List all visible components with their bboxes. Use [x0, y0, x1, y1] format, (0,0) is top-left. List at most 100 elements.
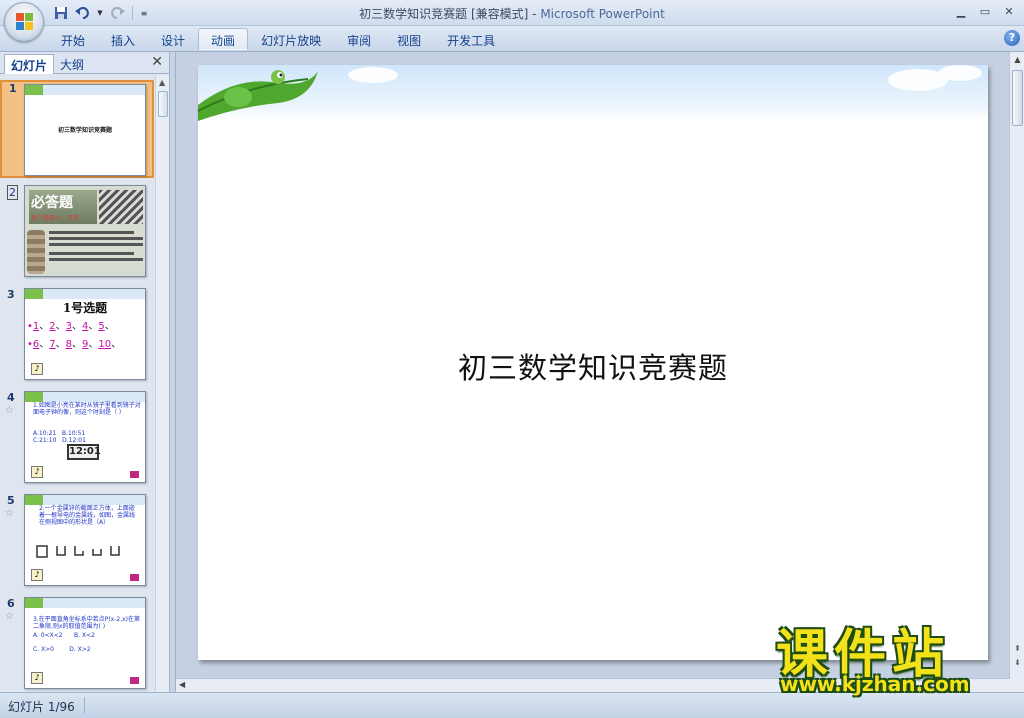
home-icon	[130, 677, 139, 684]
thumb-header-decoration	[25, 85, 145, 95]
site-watermark: 课件站 www.kjzhan.com	[776, 612, 1008, 696]
home-icon	[130, 574, 139, 581]
watermark-url: www.kjzhan.com	[780, 672, 970, 696]
office-button[interactable]	[4, 2, 44, 42]
link-1: 1	[32, 321, 40, 332]
editor-vertical-scrollbar[interactable]: ▲ ⇞ ⇟	[1009, 52, 1024, 692]
thumb-title: 1号选题	[62, 301, 108, 315]
animation-star-icon: ☆	[5, 405, 14, 416]
slide-number: 5	[7, 494, 15, 507]
link-4: 4	[82, 321, 89, 332]
link-8: 8	[65, 339, 73, 350]
slide-thumbnail-1[interactable]: 1 初三数学知识竞赛题	[0, 80, 154, 178]
slide-number: 2	[7, 185, 18, 200]
next-slide-icon[interactable]: ⇟	[1012, 658, 1023, 667]
scroll-up-icon[interactable]: ▲	[159, 78, 165, 87]
slides-panel: 幻灯片 大纲 ✕ 1 初三数学知识竞赛题 2 必答题 每个题目小，只答 3 1号…	[0, 52, 170, 692]
link-9: 9	[82, 339, 89, 350]
title-bar: ▼ ≡ 初三数学知识竞赛题 [兼容模式] - Microsoft PowerPo…	[0, 0, 1024, 42]
scroll-left-icon[interactable]: ◀	[179, 680, 185, 689]
home-icon	[130, 471, 139, 478]
scroll-thumb[interactable]	[158, 91, 168, 117]
slide-thumbnail-image: 1.如图是小亮在某时从镜子里看到镜子对面电子钟的像，则这个时刻是（ ） A.10…	[24, 391, 146, 483]
tab-slideshow[interactable]: 幻灯片放映	[248, 28, 334, 50]
slide-thumbnail-image: 1号选题 •1、2、3、4、5、 •6、7、8、9、10、 ♪	[24, 288, 146, 380]
maximize-button[interactable]: ▭	[974, 2, 996, 20]
slide-counter: 幻灯片 1/96	[8, 700, 75, 714]
slide-number: 6	[7, 597, 15, 610]
tab-outline[interactable]: 大纲	[54, 54, 90, 74]
tab-animation[interactable]: 动画	[198, 28, 249, 50]
tab-design[interactable]: 设计	[148, 28, 198, 50]
slide-thumbnail-5[interactable]: 5 ☆ 2.一个金属锌的截面正方体，上面嵌着一根导电的金属线，如图，金属线在侧视…	[0, 494, 154, 594]
speaker-icon: ♪	[31, 363, 43, 375]
tab-insert[interactable]: 插入	[98, 28, 148, 50]
cloud-decoration	[938, 65, 982, 81]
slide-title[interactable]: 初三数学知识竞赛题	[198, 345, 988, 387]
tab-slides[interactable]: 幻灯片	[4, 54, 55, 74]
animation-star-icon: ☆	[5, 508, 14, 519]
app-name: Microsoft PowerPoint	[540, 7, 665, 21]
thumbnails-scrollbar[interactable]: ▲	[155, 75, 169, 692]
thumb-decoration	[27, 230, 45, 274]
thumb-header-decoration	[25, 495, 145, 505]
link-10: 10	[98, 339, 112, 350]
animation-star-icon: ☆	[5, 611, 14, 622]
thumb-subtitle: 每个题目小，只答	[31, 215, 80, 222]
thumb-shapes	[35, 543, 135, 562]
office-logo-icon	[16, 13, 34, 31]
speaker-icon: ♪	[31, 569, 43, 581]
slide-editing-area: 初三数学知识竞赛题 ▲ ⇞ ⇟ ◀	[175, 52, 1024, 692]
slide-thumbnail-image: 初三数学知识竞赛题	[24, 84, 146, 176]
cloud-decoration	[348, 67, 398, 83]
panel-close-icon[interactable]: ✕	[151, 54, 163, 70]
slide-thumbnail-image: 3.在平面直角坐标系中若点P(x-2,x)在第二象限,则x的取值范围为( ) A…	[24, 597, 146, 689]
thumb-picture	[99, 190, 143, 224]
slide-thumbnail-4[interactable]: 4 ☆ 1.如图是小亮在某时从镜子里看到镜子对面电子钟的像，则这个时刻是（ ） …	[0, 391, 154, 491]
previous-slide-icon[interactable]: ⇞	[1012, 644, 1023, 653]
thumb-options: A.10:21 B.10:51 C.21:10 D.12:01	[33, 430, 86, 444]
current-slide[interactable]: 初三数学知识竞赛题	[198, 65, 988, 660]
speaker-icon: ♪	[31, 672, 43, 684]
scroll-up-icon[interactable]: ▲	[1012, 55, 1023, 64]
close-button[interactable]: ✕	[998, 2, 1020, 20]
tab-review[interactable]: 审阅	[334, 28, 384, 50]
link-5: 5	[98, 321, 105, 332]
window-title: 初三数学知识竞赛题 [兼容模式] - Microsoft PowerPoint	[0, 5, 1024, 22]
thumb-question: 3.在平面直角坐标系中若点P(x-2,x)在第二象限,则x的取值范围为( )	[33, 616, 141, 630]
thumb-header-decoration	[25, 392, 145, 402]
tab-developer[interactable]: 开发工具	[434, 28, 508, 50]
link-7: 7	[49, 339, 56, 350]
thumb-links-row-2: •6、7、8、9、10、	[27, 339, 122, 350]
scroll-thumb[interactable]	[1012, 70, 1023, 126]
slide-thumbnail-3[interactable]: 3 1号选题 •1、2、3、4、5、 •6、7、8、9、10、 ♪	[0, 288, 154, 388]
thumb-body-lines	[49, 228, 143, 264]
thumb-clock: 12:01	[67, 444, 101, 460]
thumb-title: 初三数学知识竞赛题	[57, 127, 112, 134]
slide-number: 3	[7, 288, 15, 301]
thumb-header-decoration	[25, 289, 145, 299]
help-icon[interactable]: ?	[1004, 30, 1020, 46]
panel-tabs: 幻灯片 大纲 ✕	[0, 52, 169, 74]
slide-number: 1	[9, 82, 17, 95]
slide-thumbnail-image: 必答题 每个题目小，只答	[24, 185, 146, 277]
slide-thumbnail-2[interactable]: 2 必答题 每个题目小，只答	[0, 185, 154, 285]
slide-thumbnail-6[interactable]: 6 ☆ 3.在平面直角坐标系中若点P(x-2,x)在第二象限,则x的取值范围为(…	[0, 597, 154, 692]
slide-thumbnail-image: 2.一个金属锌的截面正方体，上面嵌着一根导电的金属线，如图，金属线在侧视图中的形…	[24, 494, 146, 586]
ribbon-tabs: 开始 插入 设计 动画 幻灯片放映 审阅 视图 开发工具	[48, 28, 508, 50]
slide-thumbnails: 1 初三数学知识竞赛题 2 必答题 每个题目小，只答 3 1号选题 •1、2、3…	[0, 75, 154, 692]
thumb-question: 1.如图是小亮在某时从镜子里看到镜子对面电子钟的像，则这个时刻是（ ）	[33, 402, 141, 416]
slide-number: 4	[7, 391, 15, 404]
document-name: 初三数学知识竞赛题 [兼容模式]	[359, 7, 529, 21]
status-separator	[84, 697, 85, 714]
thumb-links-row-1: •1、2、3、4、5、	[27, 321, 115, 332]
thumb-title: 必答题	[31, 195, 73, 211]
minimize-button[interactable]: ▁	[950, 2, 972, 20]
window-controls: ▁ ▭ ✕	[950, 2, 1020, 20]
speaker-icon: ♪	[31, 466, 43, 478]
link-2: 2	[49, 321, 56, 332]
leaf-frog-decoration	[198, 70, 318, 121]
thumb-options: A. 0<X<2 B. X<2 C. X>0 D. X>2	[33, 632, 95, 653]
tab-view[interactable]: 视图	[384, 28, 434, 50]
tab-home[interactable]: 开始	[48, 28, 98, 50]
